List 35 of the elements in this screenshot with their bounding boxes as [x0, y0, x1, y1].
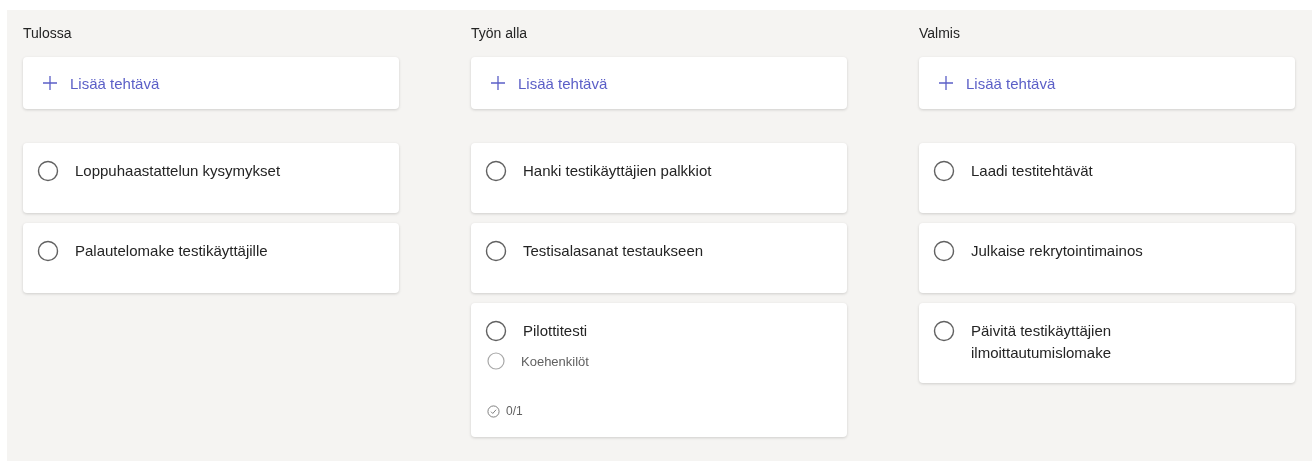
task-title: Pilottitesti [523, 321, 589, 341]
plus-icon [42, 75, 58, 91]
task-title: Testisalasanat testaukseen [523, 241, 705, 261]
checkbox-circle-icon[interactable] [485, 320, 507, 342]
task-title: Hanki testikäyttäjien palkkiot [523, 161, 713, 181]
task-title: Laadi testitehtävät [971, 161, 1094, 181]
add-task-button[interactable]: Lisää tehtävä [919, 57, 1295, 109]
task-card[interactable]: Hanki testikäyttäjien palkkiot [471, 143, 847, 213]
column-title: Tulossa [23, 24, 73, 43]
checkbox-circle-icon[interactable] [37, 240, 59, 262]
checkbox-circle-icon[interactable] [37, 160, 59, 182]
add-task-button[interactable]: Lisää tehtävä [471, 57, 847, 109]
plus-icon [938, 75, 954, 91]
task-card[interactable]: Julkaise rekrytointimainos [919, 223, 1295, 293]
checklist-circle-icon[interactable] [487, 352, 505, 370]
checklist-item: Koehenkilöt [521, 353, 589, 369]
task-card[interactable]: Loppuhaastattelun kysymykset [23, 143, 399, 213]
task-title: Päivitä testikäyttäjien ilmoittautumislomake [971, 321, 1113, 363]
checkbox-circle-icon[interactable] [933, 320, 955, 342]
column-title: Työn alla [471, 24, 529, 43]
task-card[interactable]: Palautelomake testikäyttäjille [23, 223, 399, 293]
column-title: Valmis [919, 24, 961, 43]
checkbox-circle-icon[interactable] [485, 240, 507, 262]
plus-icon [490, 75, 506, 91]
task-title: Palautelomake testikäyttäjille [75, 241, 269, 261]
task-card[interactable]: Testisalasanat testaukseen [471, 223, 847, 293]
add-task-button[interactable]: Lisää tehtävä [23, 57, 399, 109]
task-card[interactable]: Päivitä testikäyttäjien ilmoittautumislomake [919, 303, 1295, 383]
task-title: Loppuhaastattelun kysymykset [75, 161, 282, 181]
checkbox-circle-icon[interactable] [933, 240, 955, 262]
task-card[interactable]: Laadi testitehtävät [919, 143, 1295, 213]
task-title: Julkaise rekrytointimainos [971, 241, 1144, 261]
checkbox-circle-icon[interactable] [933, 160, 955, 182]
check-circle-icon [487, 404, 500, 418]
checkbox-circle-icon[interactable] [485, 160, 507, 182]
